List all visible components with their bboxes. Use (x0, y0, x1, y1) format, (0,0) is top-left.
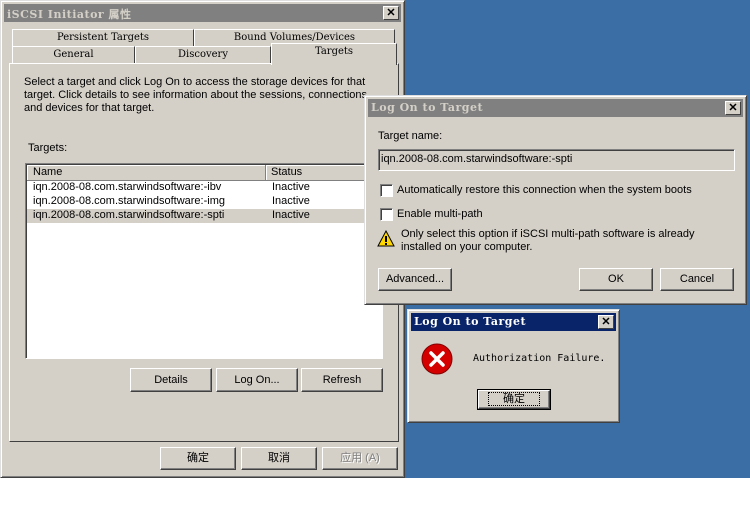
close-icon[interactable]: ✕ (383, 6, 399, 20)
table-row-selected[interactable]: iqn.2008-08.com.starwindsoftware:-spti I… (27, 209, 381, 223)
target-name-cell: iqn.2008-08.com.starwindsoftware:-ibv (33, 181, 222, 193)
main-cancel-button[interactable]: 取消 (241, 447, 317, 470)
error-dialog-title: Log On to Target (414, 315, 527, 328)
column-header-name[interactable]: Name (27, 165, 266, 181)
close-icon[interactable]: ✕ (598, 315, 614, 329)
target-name-cell: iqn.2008-08.com.starwindsoftware:-img (33, 195, 225, 207)
tab-label: Targets (314, 46, 354, 57)
multipath-warning-text: Only select this option if iSCSI multi-p… (401, 228, 695, 253)
refresh-button[interactable]: Refresh (301, 368, 383, 392)
logon-ok-button[interactable]: OK (579, 268, 653, 291)
tab-label: Persistent Targets (56, 32, 150, 43)
logon-title-bar[interactable]: Log On to Target ✕ (368, 99, 743, 117)
table-row[interactable]: iqn.2008-08.com.starwindsoftware:-ibv In… (27, 181, 381, 195)
target-status-cell: Inactive (272, 181, 310, 193)
target-name-field[interactable]: iqn.2008-08.com.starwindsoftware:-spti (378, 149, 735, 171)
apply-label: 应用 (A) (340, 452, 380, 464)
restore-connection-label[interactable]: Automatically restore this connection wh… (397, 184, 692, 196)
tab-persistent-targets[interactable]: Persistent Targets (12, 29, 194, 46)
target-status-cell: Inactive (272, 209, 310, 221)
advanced-button[interactable]: Advanced... (378, 268, 452, 291)
main-title-bar[interactable]: iSCSI Initiator 属性 ✕ (4, 4, 401, 22)
restore-connection-checkbox[interactable] (380, 184, 393, 197)
logon-button[interactable]: Log On... (216, 368, 298, 392)
apply-button[interactable]: 应用 (A) (322, 447, 398, 470)
tab-label: Bound Volumes/Devices (233, 32, 356, 43)
column-name-label: Name (33, 166, 63, 178)
column-status-label: Status (271, 166, 303, 178)
targets-list[interactable]: Name Status iqn.2008-08.com.starwindsoft… (25, 163, 383, 359)
logon-dialog-title: Log On to Target (371, 101, 484, 114)
error-ok-label: 确定 (488, 392, 540, 406)
logon-ok-label: OK (608, 273, 624, 285)
tab-general[interactable]: General (12, 46, 135, 63)
advanced-label: Advanced... (385, 273, 445, 285)
logon-cancel-label: Cancel (679, 273, 715, 285)
iscsi-initiator-window: iSCSI Initiator 属性 ✕ Persistent Targets … (0, 0, 405, 478)
error-ok-button[interactable]: 确定 (477, 389, 551, 410)
error-message: Authorization Failure. (473, 353, 606, 364)
target-status-cell: Inactive (272, 195, 310, 207)
target-name-cell: iqn.2008-08.com.starwindsoftware:-spti (33, 209, 225, 221)
tab-targets[interactable]: Targets (271, 43, 397, 65)
error-title-bar[interactable]: Log On to Target ✕ (411, 313, 616, 331)
table-row[interactable]: iqn.2008-08.com.starwindsoftware:-img In… (27, 195, 381, 209)
main-cancel-label: 取消 (268, 452, 290, 464)
error-icon (421, 343, 453, 375)
enable-multipath-checkbox[interactable] (380, 208, 393, 221)
tab-label: Discovery (178, 49, 228, 60)
logon-label: Log On... (234, 374, 280, 386)
details-button[interactable]: Details (130, 368, 212, 392)
target-name-label: Target name: (378, 130, 443, 142)
error-dialog: Log On to Target ✕ Authorization Failure… (407, 309, 620, 423)
targets-description: Select a target and click Log On to acce… (24, 76, 368, 114)
enable-multipath-label[interactable]: Enable multi-path (397, 208, 483, 220)
warning-icon (377, 230, 395, 247)
close-icon[interactable]: ✕ (725, 101, 741, 115)
targets-list-label: Targets: (28, 142, 68, 154)
target-name-value: iqn.2008-08.com.starwindsoftware:-spti (381, 153, 573, 165)
details-label: Details (154, 374, 188, 386)
logon-dialog: Log On to Target ✕ Target name: iqn.2008… (364, 95, 747, 305)
main-ok-button[interactable]: 确定 (160, 447, 236, 470)
logon-cancel-button[interactable]: Cancel (660, 268, 734, 291)
main-ok-label: 确定 (187, 452, 209, 464)
tab-label: General (53, 49, 94, 60)
main-window-title: iSCSI Initiator 属性 (7, 8, 132, 21)
refresh-label: Refresh (322, 374, 362, 386)
tab-discovery[interactable]: Discovery (135, 46, 271, 63)
